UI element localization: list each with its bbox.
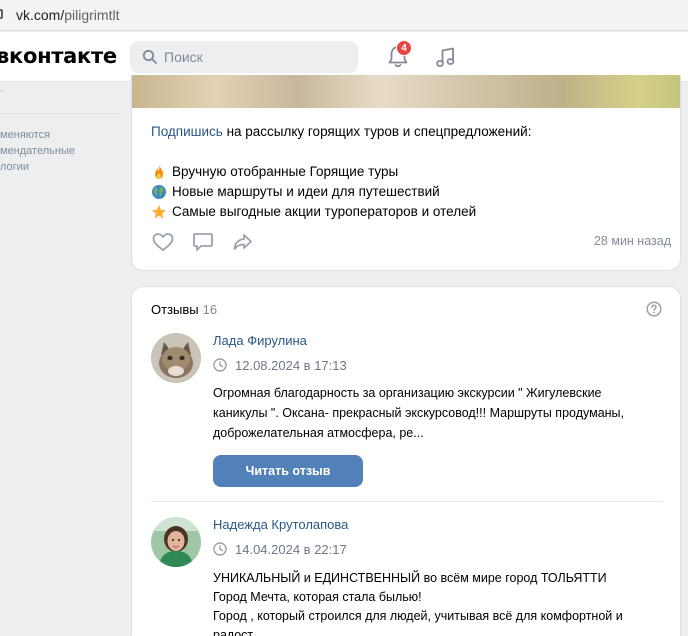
help-icon[interactable] (646, 301, 662, 317)
reviews-header[interactable]: Отзывы 16 (151, 302, 217, 317)
left-divider (0, 113, 122, 114)
post-timestamp[interactable]: 28 мин назад (594, 234, 671, 248)
review-divider (151, 501, 662, 502)
review-date-row: 12.08.2024 в 17:13 (213, 357, 347, 373)
comment-icon[interactable] (191, 230, 215, 254)
read-review-button[interactable]: Читать отзыв (213, 455, 363, 487)
post-actions: 28 мин назад (151, 230, 671, 254)
url-text[interactable]: vk.com/piligrimtlt (16, 7, 119, 23)
avatar[interactable] (151, 517, 201, 567)
review-date: 12.08.2024 в 17:13 (235, 357, 347, 373)
post-bullet: Самые выгодные акции туроператоров и оте… (151, 202, 531, 222)
clock-icon (213, 542, 227, 556)
review-date-row: 14.04.2024 в 22:17 (213, 541, 347, 557)
share-icon[interactable] (231, 230, 255, 254)
review-item: Надежда Крутолапова 14.04.2024 в 22:17 У… (151, 517, 662, 636)
music-icon[interactable] (434, 45, 458, 69)
post-bullet: Вручную отобранные Горящие туры (151, 162, 531, 182)
vk-logo[interactable]: вконтакте (0, 44, 117, 68)
clock-icon (213, 358, 227, 372)
avatar[interactable] (151, 333, 201, 383)
like-heart-icon[interactable] (151, 230, 175, 254)
post-image[interactable] (132, 75, 680, 108)
fire-emoji-icon (155, 165, 163, 179)
review-text: Огромная благодарность за организацию эк… (213, 386, 625, 440)
star-emoji-icon (152, 205, 166, 219)
review-item: Лада Фирулина 12.08.2024 в 17:13 Огромна… (151, 333, 662, 493)
browser-address-bar[interactable]: vk.com/piligrimtlt (0, 0, 688, 31)
globe-emoji-icon (152, 185, 166, 199)
post-bullet: Новые маршруты и идеи для путешествий (151, 182, 531, 202)
left-note: меняются мендательные логии (0, 129, 75, 173)
post-intro: на рассылку горящих туров и спецпредложе… (222, 124, 532, 139)
left-mark: · (0, 85, 4, 97)
post-card: Подпишись на рассылку горящих туров и сп… (131, 75, 681, 271)
reviewer-name[interactable]: Лада Фирулина (213, 333, 307, 348)
reviews-card: Отзывы 16 Лада Фирулина 12.08.2024 в 17:1… (131, 286, 681, 636)
reviewer-name[interactable]: Надежда Крутолапова (213, 517, 348, 532)
review-date: 14.04.2024 в 22:17 (235, 541, 347, 557)
search-input[interactable] (164, 41, 344, 73)
search-box[interactable] (130, 41, 358, 73)
subscribe-link[interactable]: Подпишись (151, 124, 223, 139)
reviews-count: 16 (202, 302, 218, 317)
lock-icon (0, 9, 3, 19)
notification-badge: 4 (396, 40, 412, 56)
post-text: Подпишись на рассылку горящих туров и сп… (151, 122, 531, 222)
review-text: УНИКАЛЬНЫЙ и ЕДИНСТВЕННЫЙ во всём мире г… (213, 571, 623, 636)
search-icon (142, 49, 157, 64)
